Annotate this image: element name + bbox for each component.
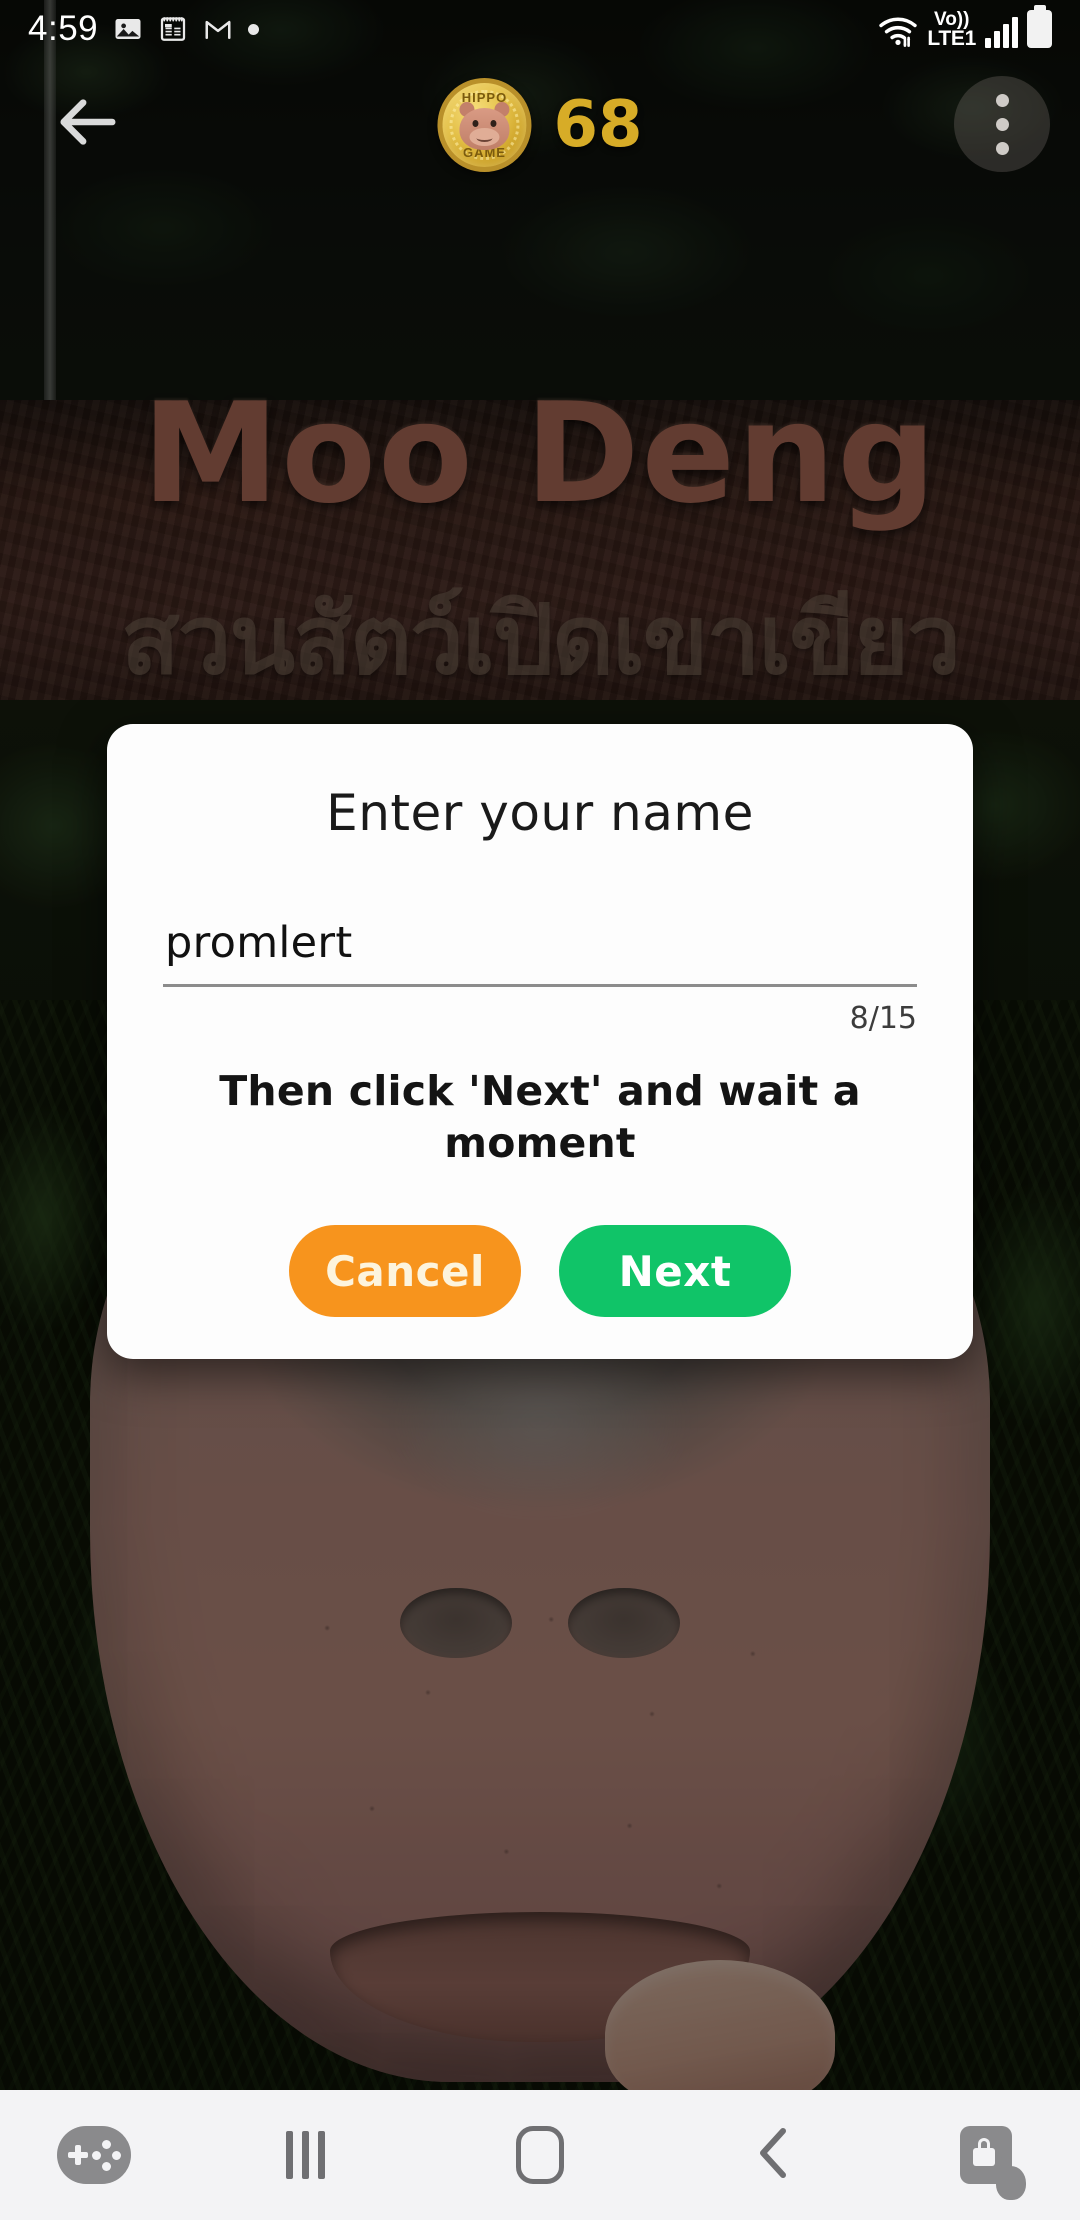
game-booster-icon (56, 2126, 131, 2184)
recents-button[interactable] (188, 2131, 423, 2179)
gamepad-button-a (101, 2140, 111, 2149)
home-button[interactable] (423, 2126, 658, 2184)
gamepad-dpad-horizontal (67, 2152, 88, 2158)
game-booster-button[interactable] (0, 2126, 188, 2184)
gmail-icon (203, 14, 233, 44)
gamepad-button-d (101, 2162, 111, 2171)
touch-lock-button[interactable] (892, 2126, 1080, 2200)
more-vertical-icon-dot-1 (995, 93, 1009, 107)
gamepad-button-b (111, 2151, 121, 2160)
status-bar-left: 4:59 (28, 9, 260, 49)
wifi-icon (878, 14, 918, 48)
dialog-instruction: Then click 'Next' and wait a moment (219, 1067, 861, 1167)
system-nav-bar (0, 2090, 1080, 2220)
status-time: 4:59 (28, 9, 99, 48)
battery-icon (1027, 10, 1052, 48)
dialog-actions: Cancel Next (163, 1225, 917, 1318)
signal-icon (985, 17, 1018, 48)
game-top-bar: HIPPO GAME 68 (0, 58, 1080, 188)
coin-count-label: 68 (553, 88, 643, 162)
back-chevron-icon (753, 2127, 797, 2184)
coin-hippo-eye-right (490, 120, 497, 127)
lock-body (973, 2148, 996, 2166)
home-icon (516, 2126, 564, 2184)
hippo-coin-icon: HIPPO GAME (437, 78, 532, 172)
notes-icon (158, 14, 188, 44)
character-counter: 8/15 (849, 1001, 917, 1036)
volte-icon: Vo)) LTE1 (927, 10, 976, 50)
more-vertical-icon-dot-3 (995, 141, 1009, 155)
more-vertical-icon-dot-2 (995, 117, 1009, 131)
coin-balance: HIPPO GAME 68 (437, 78, 643, 172)
back-button[interactable] (657, 2127, 892, 2184)
enter-name-dialog: Enter your name 8/15 Then click 'Next' a… (107, 724, 973, 1360)
cancel-button[interactable]: Cancel (289, 1225, 521, 1318)
coin-hippo-smile (476, 134, 493, 142)
overflow-menu-button[interactable] (954, 76, 1050, 172)
name-field-wrapper (163, 918, 917, 987)
coin-hippo-face (457, 102, 511, 150)
status-bar-right: Vo)) LTE1 (878, 10, 1052, 50)
touch-lock-icon (960, 2126, 1027, 2200)
volte-bottom-label: LTE1 (927, 26, 976, 50)
recents-icon (285, 2131, 325, 2179)
next-button[interactable]: Next (559, 1225, 791, 1318)
tapping-hand (996, 2156, 1027, 2200)
name-input[interactable] (163, 918, 917, 970)
header-back-button[interactable] (48, 86, 126, 158)
arrow-left-icon (60, 99, 116, 145)
gallery-icon (113, 14, 143, 44)
coin-hippo-eye-left (472, 120, 479, 127)
phone-screen: Moo Deng สวนสัตว์เปิดเขาเขียว 4:59 Vo)) … (0, 0, 1080, 2220)
dot-indicator-icon (248, 23, 260, 35)
dialog-title: Enter your name (326, 784, 754, 842)
status-bar: 4:59 Vo)) LTE1 (0, 0, 1080, 58)
gamepad-button-c (91, 2151, 101, 2160)
